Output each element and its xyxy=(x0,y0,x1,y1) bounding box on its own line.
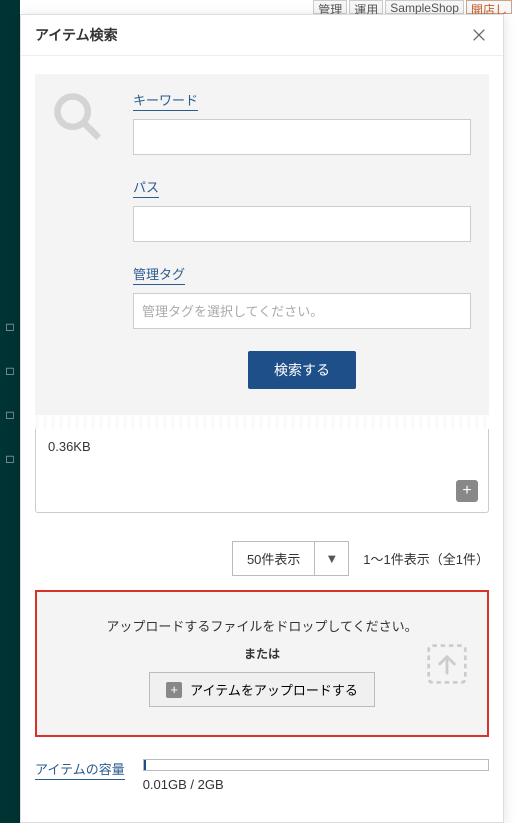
keyword-input[interactable] xyxy=(133,119,471,155)
shop-name[interactable]: SampleShop xyxy=(385,0,464,14)
search-icon xyxy=(51,90,103,142)
plus-icon: + xyxy=(166,682,182,698)
item-size: 0.36KB xyxy=(48,439,476,454)
add-item-icon[interactable]: + xyxy=(456,480,478,502)
upload-button[interactable]: + アイテムをアップロードする xyxy=(149,672,375,707)
open-status[interactable]: 開店し xyxy=(466,0,512,14)
tag-input[interactable] xyxy=(133,293,471,329)
chevron-down-icon: ▼ xyxy=(315,542,348,575)
capacity-usage-text: 0.01GB / 2GB xyxy=(143,777,489,792)
path-group: パス xyxy=(133,177,471,242)
capacity-row: アイテムの容量 0.01GB / 2GB xyxy=(35,759,489,792)
tab-admin[interactable]: 管理 xyxy=(313,0,347,14)
capacity-label: アイテムの容量 xyxy=(35,759,125,780)
nav-icon: □ xyxy=(6,408,13,422)
capacity-right: 0.01GB / 2GB xyxy=(143,759,489,792)
upload-button-label: アイテムをアップロードする xyxy=(190,680,358,699)
keyword-label: キーワード xyxy=(133,90,198,111)
nav-icon: □ xyxy=(6,364,13,378)
tab-ops[interactable]: 運用 xyxy=(349,0,383,14)
nav-icon: □ xyxy=(6,320,13,334)
modal-title: アイテム検索 xyxy=(35,25,118,45)
item-search-modal: アイテム検索 キーワード パス 管理タグ 検索する xyxy=(20,14,504,823)
search-button-row: 検索する xyxy=(133,351,471,389)
nav-icon: □ xyxy=(6,452,13,466)
left-nav-behind: □ □ □ □ xyxy=(0,0,20,823)
close-icon[interactable] xyxy=(469,25,489,45)
top-tabs: 管理 運用 SampleShop 開店し xyxy=(0,0,516,14)
page-size-label: 50件表示 xyxy=(233,542,315,575)
keyword-group: キーワード xyxy=(133,90,471,155)
upload-arrow-icon xyxy=(425,642,469,686)
modal-header: アイテム検索 xyxy=(21,15,503,56)
tag-group: 管理タグ xyxy=(133,264,471,329)
paging-row: 50件表示 ▼ 1〜1件表示（全1件） xyxy=(35,541,489,576)
capacity-fill xyxy=(144,760,146,770)
item-card: 0.36KB + xyxy=(35,429,489,513)
capacity-bar xyxy=(143,759,489,771)
path-input[interactable] xyxy=(133,206,471,242)
tag-label: 管理タグ xyxy=(133,264,185,285)
upload-dropzone[interactable]: アップロードするファイルをドロップしてください。 または + アイテムをアップロ… xyxy=(35,590,489,737)
page-range-text: 1〜1件表示（全1件） xyxy=(363,549,489,568)
upload-drop-text: アップロードするファイルをドロップしてください。 xyxy=(51,616,473,635)
torn-divider xyxy=(35,415,489,429)
upload-or-text: または xyxy=(51,645,473,662)
search-button[interactable]: 検索する xyxy=(248,351,356,389)
page-size-select[interactable]: 50件表示 ▼ xyxy=(232,541,349,576)
search-panel: キーワード パス 管理タグ 検索する xyxy=(35,74,489,415)
path-label: パス xyxy=(133,177,159,198)
search-fields: キーワード パス 管理タグ 検索する xyxy=(133,90,471,389)
